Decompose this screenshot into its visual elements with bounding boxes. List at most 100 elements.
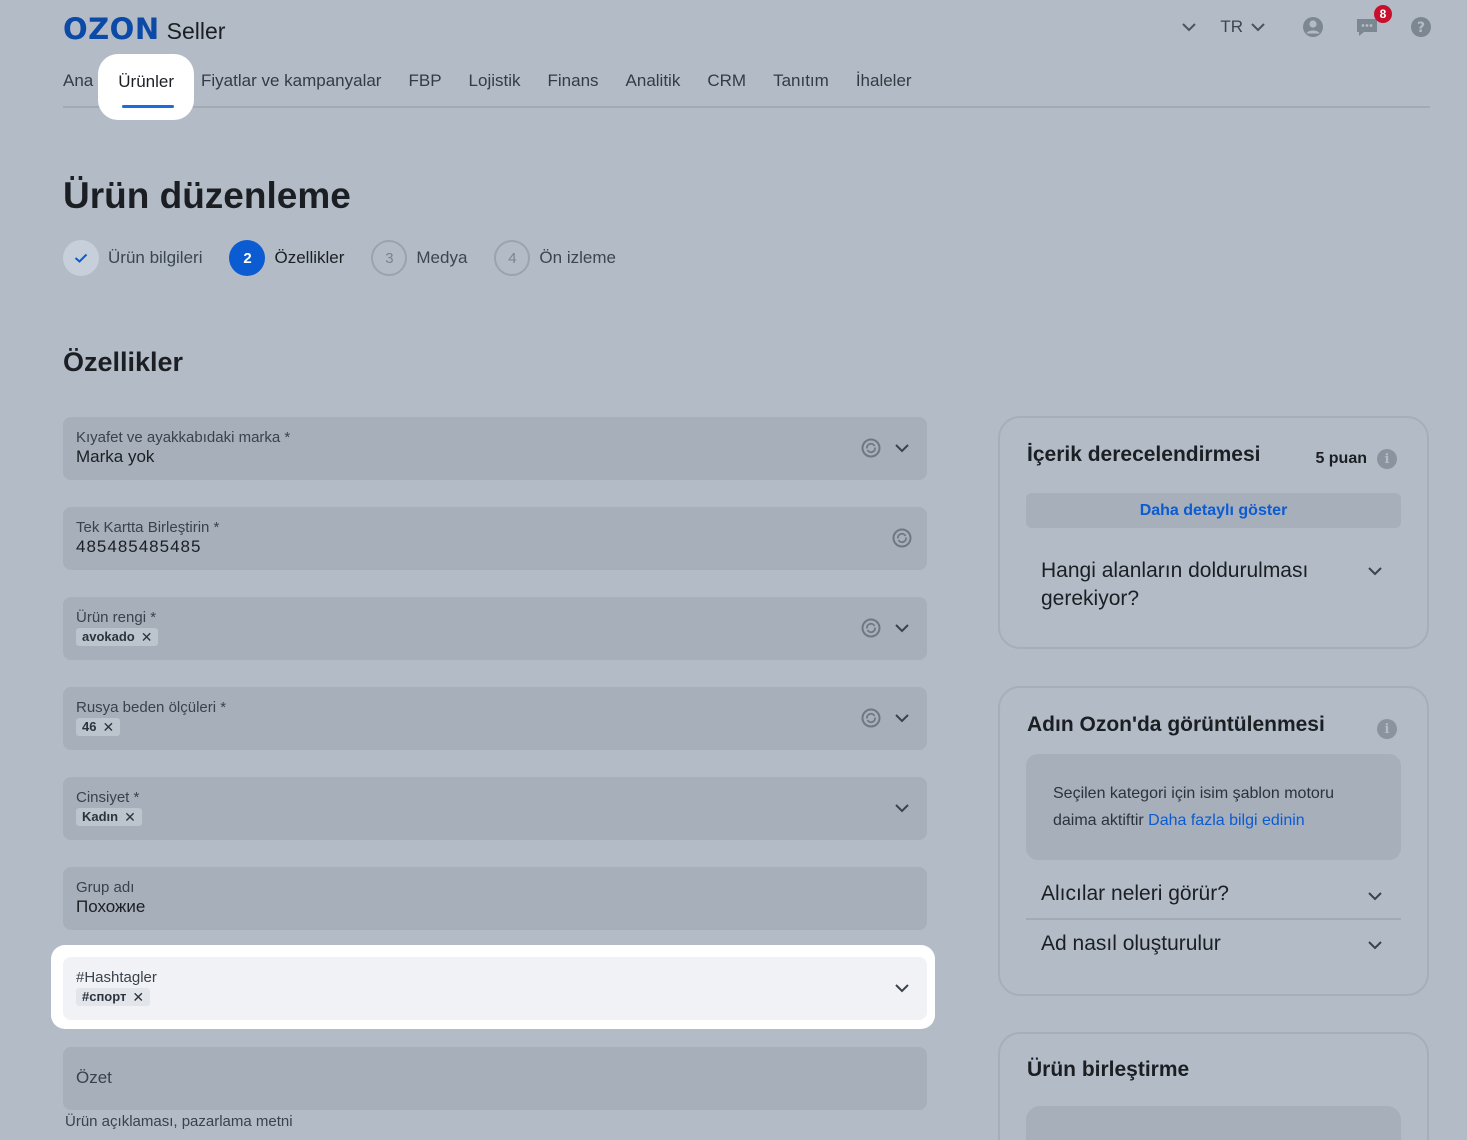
step-medya[interactable]: 3 Medya: [371, 240, 467, 276]
help-icon[interactable]: ?: [1409, 15, 1433, 39]
nav-item-tanitim[interactable]: Tanıtım: [773, 70, 829, 106]
nav-item-analitik[interactable]: Analitik: [626, 70, 681, 106]
active-tab-indicator: [122, 105, 174, 108]
tag-chip: Kadın ✕: [76, 808, 142, 826]
chip-label: avokado: [82, 629, 135, 644]
hashtags-field[interactable]: #Hashtagler #спорт ✕: [63, 957, 927, 1020]
step-label: Medya: [416, 248, 468, 267]
nav-item-label: Ürünler: [118, 72, 174, 91]
tag-chip: avokado ✕: [76, 628, 159, 646]
remove-chip-icon[interactable]: ✕: [102, 718, 114, 736]
chevron-down-icon[interactable]: [891, 617, 913, 639]
step-label: Ürün bilgileri: [108, 248, 203, 267]
field-value: 485485485485: [76, 537, 202, 556]
divider: [1026, 918, 1401, 920]
summary-helper-text: Ürün açıklaması, pazarlama metni: [65, 1113, 293, 1130]
template-engine-note: Seçilen kategori için isim şablon motoru…: [1026, 754, 1401, 860]
field-label: Kıyafet ve ayakkabıdaki marka *: [76, 429, 291, 446]
size-field[interactable]: Rusya beden ölçüleri * 46 ✕: [63, 687, 927, 750]
sync-icon[interactable]: [860, 437, 882, 459]
step-number: 2: [229, 240, 266, 276]
field-label: Tek Kartta Birleştirin *: [76, 519, 220, 536]
step-label: Ön izleme: [539, 248, 616, 267]
chevron-down-icon[interactable]: [891, 707, 913, 729]
nav-item-finans[interactable]: Finans: [548, 70, 599, 106]
chip-label: #спорт: [82, 989, 127, 1004]
ozon-seller-logo[interactable]: OZON Seller: [63, 12, 225, 46]
main-nav: Ana Ürünler Fiyatlar ve kampanyalar FBP …: [63, 54, 1430, 120]
profile-icon[interactable]: [1301, 15, 1325, 39]
remove-chip-icon[interactable]: ✕: [141, 628, 153, 646]
chip-label: 46: [82, 719, 97, 734]
sync-icon[interactable]: [891, 527, 913, 549]
field-label: Cinsiyet *: [76, 789, 140, 806]
step-number: 3: [371, 240, 408, 276]
merge-card-content: [1026, 1106, 1401, 1140]
chevron-down-icon[interactable]: [891, 977, 913, 999]
card-title: Ürün birleştirme: [1027, 1058, 1190, 1081]
brand-name: OZON: [63, 12, 160, 46]
section-title: Özellikler: [63, 347, 184, 377]
color-field[interactable]: Ürün rengi * avokado ✕: [63, 597, 927, 660]
account-dropdown-chevron-icon[interactable]: [1176, 14, 1202, 40]
nav-item-crm[interactable]: CRM: [707, 70, 746, 106]
notification-badge: 8: [1374, 5, 1392, 23]
remove-chip-icon[interactable]: ✕: [124, 808, 136, 826]
learn-more-link[interactable]: Daha fazla bilgi edinin: [1148, 812, 1305, 829]
step-on-izleme[interactable]: 4 Ön izleme: [494, 240, 616, 276]
field-label: Rusya beden ölçüleri *: [76, 699, 227, 716]
brand-field[interactable]: Kıyafet ve ayakkabıdaki marka * Marka yo…: [63, 417, 927, 480]
field-label: Ürün rengi *: [76, 609, 157, 626]
chevron-down-icon[interactable]: [1364, 934, 1386, 956]
language-selector[interactable]: TR: [1220, 14, 1271, 40]
svg-text:?: ?: [1417, 20, 1425, 36]
chip-label: Kadın: [82, 809, 119, 824]
chevron-down-icon[interactable]: [1364, 560, 1386, 582]
nav-item-ana[interactable]: Ana: [63, 70, 93, 106]
name-display-card: Adın Ozon'da görüntülenmesi i Seçilen ka…: [998, 686, 1429, 996]
nav-item-ihaleler[interactable]: İhaleler: [856, 70, 912, 106]
step-urun-bilgileri[interactable]: Ürün bilgileri: [63, 240, 202, 276]
sync-icon[interactable]: [860, 707, 882, 729]
group-name-field[interactable]: Grup adı Похожие: [63, 867, 927, 930]
field-value: Похожие: [76, 897, 146, 916]
gender-field[interactable]: Cinsiyet * Kadın ✕: [63, 777, 927, 840]
nav-item-urunler[interactable]: Ürünler: [98, 54, 194, 120]
step-ozellikler[interactable]: 2 Özellikler: [229, 240, 344, 276]
merge-card-field[interactable]: Tek Kartta Birleştirin * 485485485485: [63, 507, 927, 570]
chevron-down-icon[interactable]: [891, 797, 913, 819]
info-icon[interactable]: i: [1377, 719, 1397, 739]
fields-required-accordion[interactable]: Hangi alanların doldurulması gerekiyor?: [1041, 557, 1341, 613]
step-number: 4: [494, 240, 531, 276]
brand-suffix: Seller: [166, 18, 226, 44]
rating-score: 5 puan: [1315, 450, 1367, 467]
content-rating-card: İçerik derecelendirmesi 5 puan i Daha de…: [998, 416, 1429, 649]
tag-chip: 46 ✕: [76, 718, 121, 736]
stepper: Ürün bilgileri 2 Özellikler 3 Medya 4 Ön…: [63, 240, 643, 276]
nav-item-fbp[interactable]: FBP: [408, 70, 441, 106]
field-value: Marka yok: [76, 447, 155, 466]
sync-icon[interactable]: [860, 617, 882, 639]
page-title: Ürün düzenleme: [63, 175, 351, 216]
chat-icon[interactable]: 8: [1355, 5, 1392, 39]
nav-item-lojistik[interactable]: Lojistik: [469, 70, 521, 106]
chevron-down-icon[interactable]: [1364, 885, 1386, 907]
nav-item-fiyatlar[interactable]: Fiyatlar ve kampanyalar: [201, 70, 381, 106]
remove-chip-icon[interactable]: ✕: [132, 988, 144, 1006]
product-merge-card: Ürün birleştirme: [998, 1032, 1429, 1140]
field-label: Grup adı: [76, 879, 135, 896]
card-title: İçerik derecelendirmesi: [1027, 443, 1261, 466]
card-title: Adın Ozon'da görüntülenmesi: [1027, 713, 1325, 736]
chevron-down-icon[interactable]: [891, 437, 913, 459]
tag-chip: #спорт ✕: [76, 988, 151, 1006]
buyers-see-accordion[interactable]: Alıcılar neleri görür?: [1041, 880, 1229, 908]
show-details-button[interactable]: Daha detaylı göster: [1026, 493, 1401, 528]
field-label: #Hashtagler: [76, 969, 157, 986]
step-done-check-icon: [63, 240, 99, 276]
name-generation-accordion[interactable]: Ad nasıl oluşturulur: [1041, 930, 1221, 958]
summary-field[interactable]: Özet: [63, 1047, 927, 1110]
step-label: Özellikler: [274, 248, 345, 267]
info-icon[interactable]: i: [1377, 449, 1397, 469]
field-label: Özet: [76, 1068, 112, 1087]
header-controls: TR 8 ?: [1176, 5, 1433, 40]
